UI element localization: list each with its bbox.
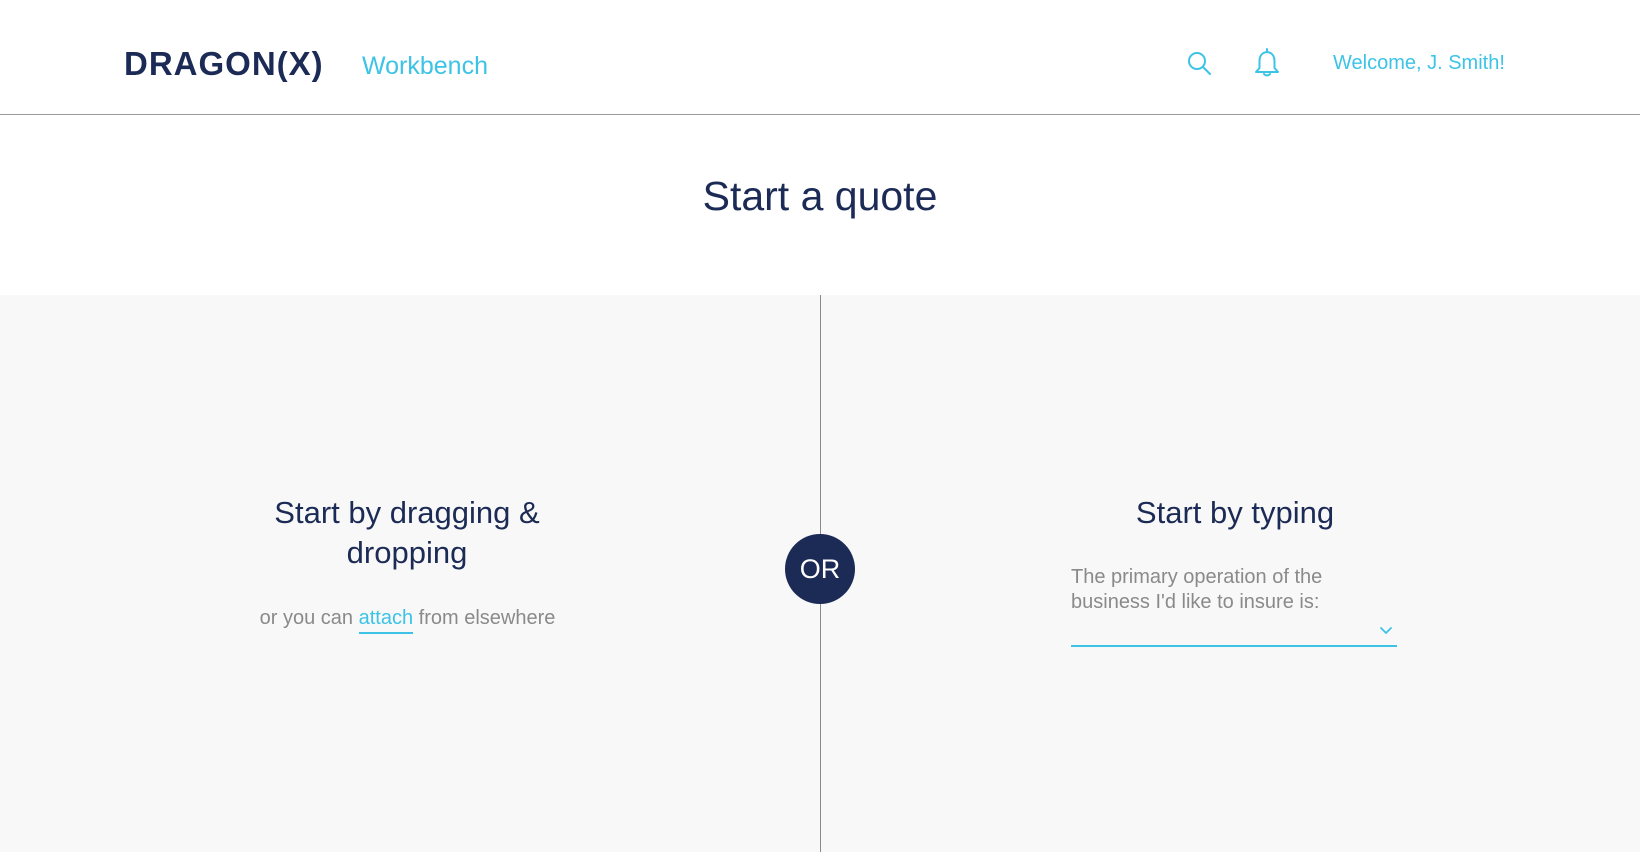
app-name-link[interactable]: Workbench [362, 50, 488, 82]
operation-field-label: The primary operation of the business I'… [1071, 566, 1323, 613]
bell-icon [1255, 48, 1279, 77]
page-title: Start a quote [702, 173, 938, 219]
search-button[interactable] [1182, 46, 1216, 80]
attach-prefix: or you can [259, 607, 354, 629]
chevron-down-icon [1380, 627, 1392, 634]
top-header: DRAGON(X) Workbench Welcome, J. Smith! [0, 0, 1640, 115]
start-options: Start by dragging & dropping or you can … [0, 295, 1640, 852]
drag-drop-title: Start by dragging & dropping [274, 495, 540, 570]
hero-section: Start a quote [0, 115, 1640, 295]
notifications-button[interactable] [1250, 46, 1284, 80]
attach-line: or you can attach from elsewhere [180, 605, 635, 634]
or-badge: OR [785, 534, 855, 604]
operation-select[interactable] [1071, 617, 1397, 647]
attach-suffix: from elsewhere [418, 607, 556, 629]
typing-title: Start by typing [1135, 495, 1335, 530]
attach-link[interactable]: attach [358, 607, 414, 634]
logo[interactable]: DRAGON(X) [124, 44, 324, 84]
user-welcome-menu[interactable]: Welcome, J. Smith! [1333, 50, 1505, 76]
search-icon [1188, 52, 1211, 75]
